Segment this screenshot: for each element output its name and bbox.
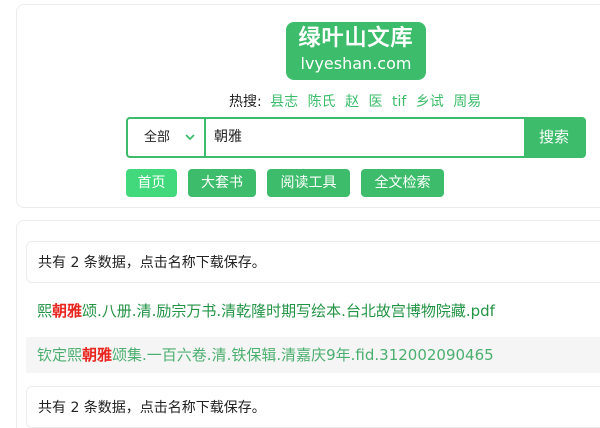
hot-search-link[interactable]: 乡试 <box>416 94 444 110</box>
nav-reading-tools-button[interactable]: 阅读工具 <box>267 169 350 197</box>
nav-collections-button[interactable]: 大套书 <box>188 169 256 197</box>
hot-search-label: 热搜: <box>229 94 262 110</box>
hot-search-link[interactable]: 陈氏 <box>308 94 336 110</box>
result-title-prefix: 钦定熙 <box>37 346 83 364</box>
hot-search-link[interactable]: 赵 <box>345 94 359 110</box>
hot-search-link[interactable]: 县志 <box>270 94 298 110</box>
result-title-prefix: 熙 <box>37 302 53 320</box>
chevron-down-icon <box>185 134 195 141</box>
result-title-highlight: 朝雅 <box>82 346 113 364</box>
logo-domain: lvyeshan.com <box>300 54 412 73</box>
nav-home-button[interactable]: 首页 <box>126 169 177 197</box>
result-title-suffix: 颂.八册.清.励宗万书.清乾隆时期写绘本.台北故宫博物院藏.pdf <box>82 302 495 320</box>
hot-search-link[interactable]: 周易 <box>453 94 481 110</box>
scope-select[interactable]: 全部 <box>128 119 206 156</box>
site-logo[interactable]: 绿叶山文库 lvyeshan.com <box>286 22 426 80</box>
result-item[interactable]: 熙朝雅颂.八册.清.励宗万书.清乾隆时期写绘本.台北故宫博物院藏.pdf <box>26 293 600 329</box>
results-count-top: 共有 2 条数据，点击名称下载保存。 <box>26 241 600 283</box>
hot-search-row: 热搜: 县志 陈氏 赵 医 tif 乡试 周易 <box>229 92 486 112</box>
nav-fulltext-search-button[interactable]: 全文检索 <box>361 169 444 197</box>
search-button[interactable]: 搜索 <box>524 119 584 156</box>
hot-search-link[interactable]: 医 <box>369 94 383 110</box>
result-title-highlight: 朝雅 <box>52 302 83 320</box>
logo-title: 绿叶山文库 <box>298 26 414 51</box>
hot-search-link[interactable]: tif <box>392 94 406 110</box>
result-item[interactable]: 钦定熙朝雅颂集.一百六卷.清.铁保辑.清嘉庆9年.fid.31200209046… <box>26 337 600 373</box>
search-bar: 全部 搜索 <box>126 117 586 158</box>
result-title-suffix: 颂集.一百六卷.清.铁保辑.清嘉庆9年.fid.312002090465 <box>112 346 494 364</box>
results-count-bottom: 共有 2 条数据，点击名称下载保存。 <box>26 386 600 428</box>
scope-select-value: 全部 <box>144 130 171 145</box>
search-input[interactable] <box>214 119 514 156</box>
